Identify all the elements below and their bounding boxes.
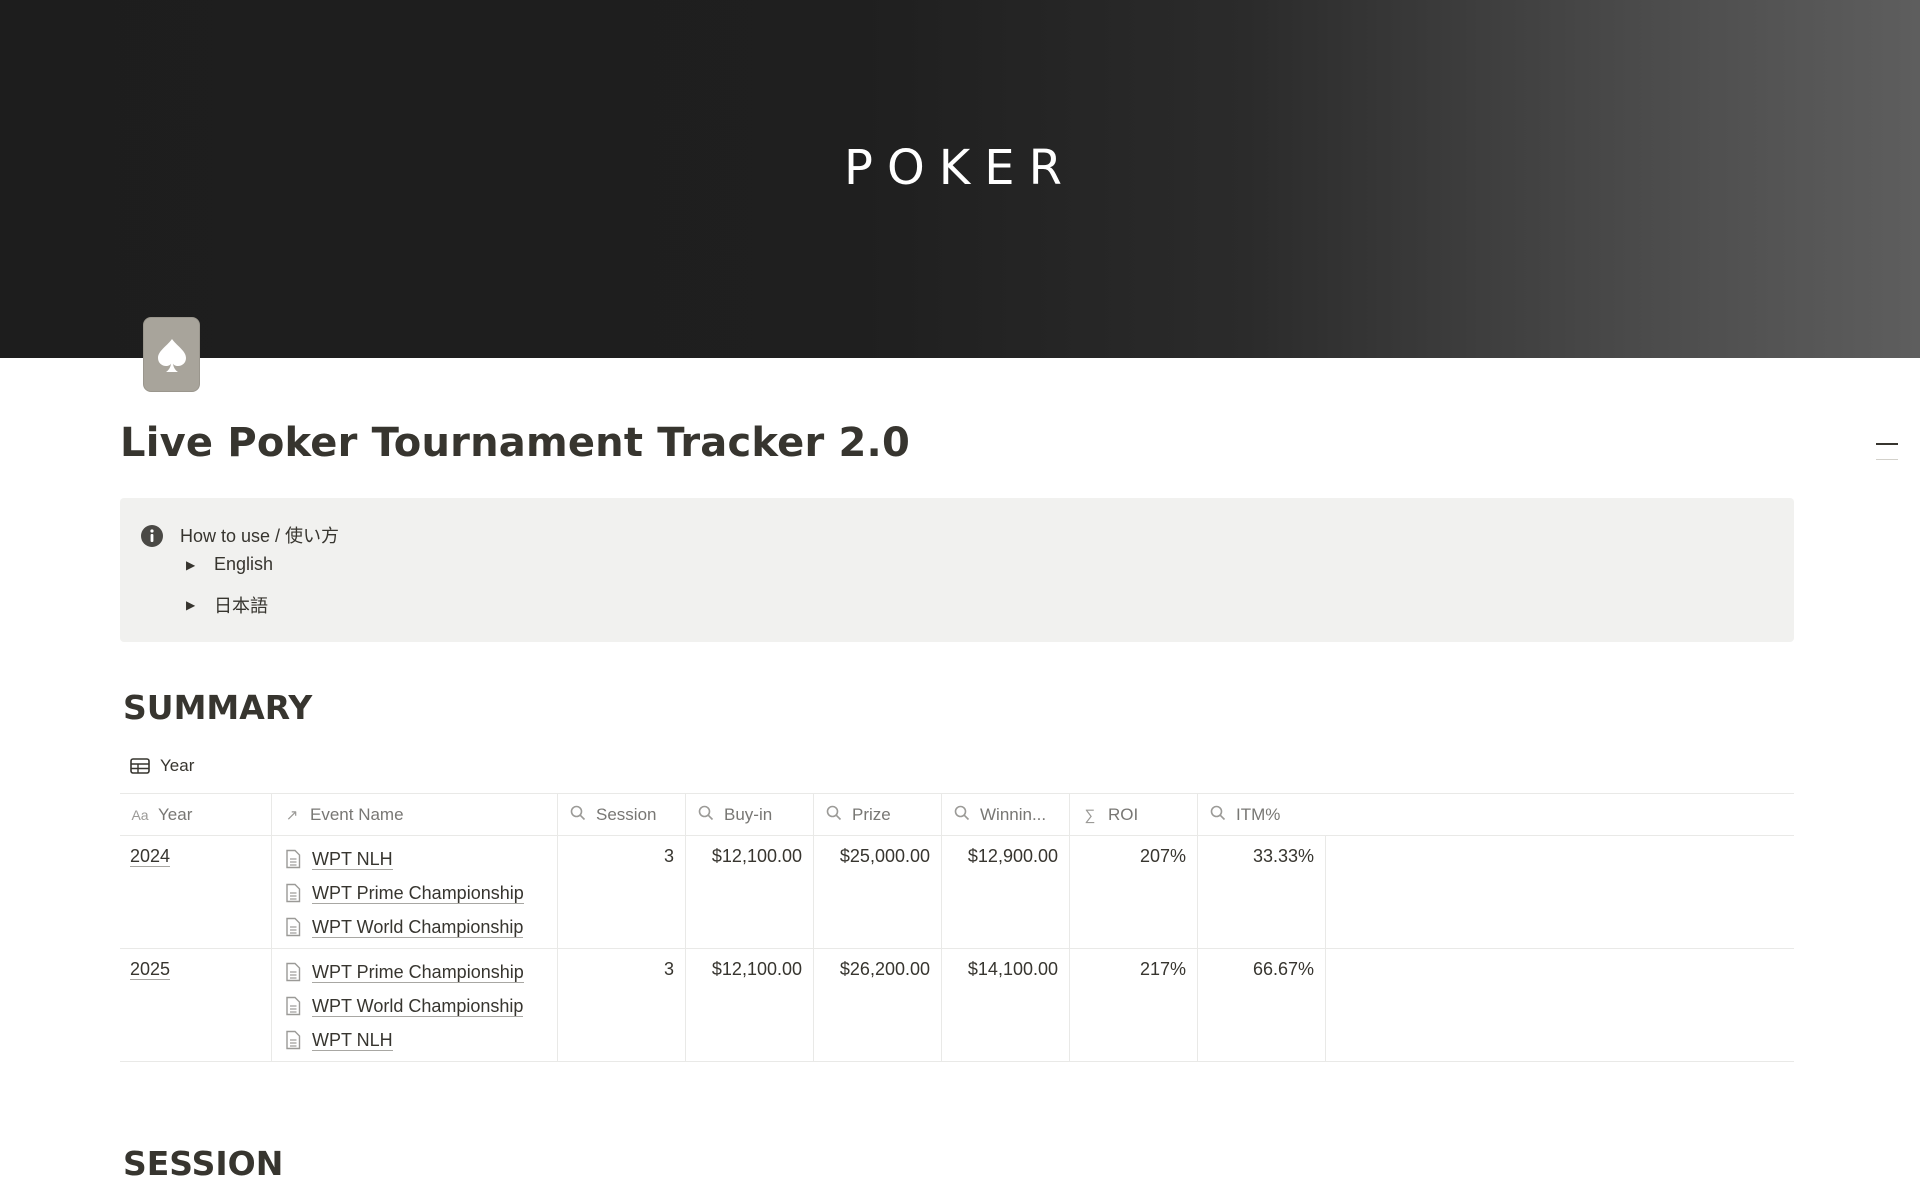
cell-prize[interactable]: $25,000.00 xyxy=(814,836,942,948)
cell-roi[interactable]: 217% xyxy=(1070,949,1198,1061)
search-icon xyxy=(568,805,588,825)
column-header-roi[interactable]: ∑ ROI xyxy=(1070,794,1198,836)
toggle-japanese[interactable]: ▶ 日本語 xyxy=(186,592,268,618)
search-icon xyxy=(952,805,972,825)
search-icon xyxy=(824,805,844,825)
event-link[interactable]: WPT World Championship xyxy=(272,910,557,944)
cell-year[interactable]: 2025 xyxy=(120,949,272,1061)
toggle-english[interactable]: ▶ English xyxy=(186,554,273,575)
cell-event-name[interactable]: WPT Prime Championship WPT World Champio… xyxy=(272,949,558,1061)
formula-icon: ∑ xyxy=(1084,806,1096,824)
page-icon xyxy=(286,1030,301,1050)
cell-session[interactable]: 3 xyxy=(558,949,686,1061)
page-icon xyxy=(286,917,301,937)
event-link[interactable]: WPT World Championship xyxy=(272,989,557,1023)
cell-winnings[interactable]: $14,100.00 xyxy=(942,949,1070,1061)
info-icon xyxy=(140,524,164,548)
toggle-label: 日本語 xyxy=(214,596,268,616)
cell-session[interactable]: 3 xyxy=(558,836,686,948)
event-link[interactable]: WPT NLH xyxy=(272,842,557,876)
table-of-contents-indicator[interactable] xyxy=(1876,443,1898,474)
column-header-event-name[interactable]: ↗ Event Name xyxy=(272,794,558,836)
view-tab-label: Year xyxy=(160,756,195,775)
event-link[interactable]: WPT Prime Championship xyxy=(272,876,557,910)
cell-buyin[interactable]: $12,100.00 xyxy=(686,949,814,1061)
search-icon xyxy=(696,805,716,825)
page-icon xyxy=(286,962,301,982)
view-tab-year[interactable]: Year xyxy=(130,756,194,776)
column-header-itm[interactable]: ITM% xyxy=(1198,794,1326,836)
cell-itm[interactable]: 66.67% xyxy=(1198,949,1326,1061)
table-header: Aa Year ↗ Event Name Session Buy-in Priz… xyxy=(120,794,1794,836)
cell-winnings[interactable]: $12,900.00 xyxy=(942,836,1070,948)
cover-title: POKER xyxy=(844,140,1076,196)
callout-title: How to use / 使い方 xyxy=(180,526,340,546)
cover-image[interactable]: POKER xyxy=(0,0,1920,358)
how-to-use-callout[interactable]: How to use / 使い方 ▶ English ▶ 日本語 xyxy=(120,498,1794,642)
summary-heading: SUMMARY xyxy=(123,688,313,727)
page-title[interactable]: Live Poker Tournament Tracker 2.0 xyxy=(120,420,910,466)
spade-icon[interactable] xyxy=(143,317,200,392)
column-header-winnings[interactable]: Winnin... xyxy=(942,794,1070,836)
page-icon xyxy=(286,849,301,869)
table-icon xyxy=(130,758,150,774)
event-link[interactable]: WPT NLH xyxy=(272,1023,557,1057)
relation-icon: ↗ xyxy=(285,807,299,824)
table-row[interactable]: 2024 WPT NLH WPT Prime Championship WPT … xyxy=(120,836,1794,949)
search-icon xyxy=(1208,805,1228,825)
cell-year[interactable]: 2024 xyxy=(120,836,272,948)
cell-roi[interactable]: 207% xyxy=(1070,836,1198,948)
toggle-arrow-icon[interactable]: ▶ xyxy=(186,598,214,612)
toggle-label: English xyxy=(214,554,274,574)
column-header-session[interactable]: Session xyxy=(558,794,686,836)
cell-itm[interactable]: 33.33% xyxy=(1198,836,1326,948)
cell-event-name[interactable]: WPT NLH WPT Prime Championship WPT World… xyxy=(272,836,558,948)
toggle-arrow-icon[interactable]: ▶ xyxy=(186,558,214,572)
column-header-buyin[interactable]: Buy-in xyxy=(686,794,814,836)
page-icon xyxy=(286,996,301,1016)
column-header-year[interactable]: Aa Year xyxy=(120,794,272,836)
column-header-prize[interactable]: Prize xyxy=(814,794,942,836)
session-heading: SESSION xyxy=(123,1144,284,1183)
cell-prize[interactable]: $26,200.00 xyxy=(814,949,942,1061)
page-icon xyxy=(286,883,301,903)
cell-buyin[interactable]: $12,100.00 xyxy=(686,836,814,948)
event-link[interactable]: WPT Prime Championship xyxy=(272,955,557,989)
text-property-icon: Aa xyxy=(131,807,149,823)
table-row[interactable]: 2025 WPT Prime Championship WPT World Ch… xyxy=(120,949,1794,1062)
